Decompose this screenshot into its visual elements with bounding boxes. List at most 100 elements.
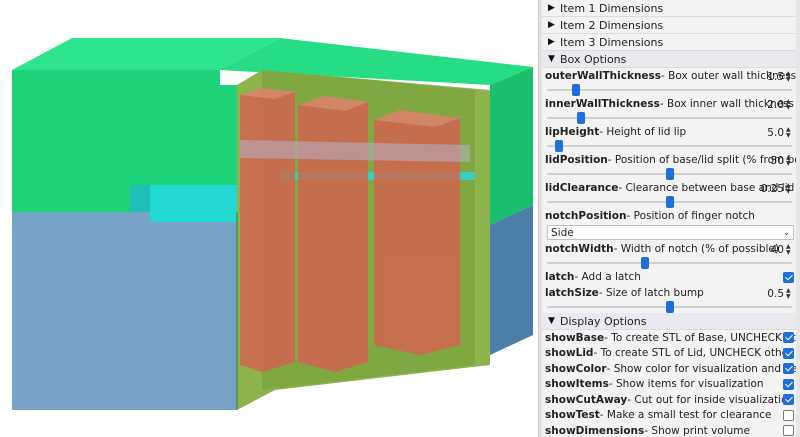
base-right-face (490, 205, 533, 355)
param-desc: - Make a small test for clearance (599, 409, 772, 422)
param-show-dimensions: showDimensions - Show print volume (542, 423, 800, 437)
slider-thumb[interactable] (577, 112, 586, 124)
group-label: Item 3 Dimensions (560, 35, 664, 49)
spin-value[interactable]: 40 (771, 244, 786, 256)
notch-position-select[interactable]: Side ⌄ (547, 225, 794, 240)
lip-height-slider[interactable] (547, 140, 792, 152)
group-item3[interactable]: ▶ Item 3 Dimensions (542, 34, 800, 51)
spin-value[interactable]: 1.5 (767, 71, 786, 83)
param-name: latchSize (545, 287, 599, 299)
customizer-panel: ▶ Item 1 Dimensions ▶ Item 2 Dimensions … (542, 0, 800, 437)
param-name: showCutAway (545, 393, 628, 406)
param-lid-clearance: lidClearance - Clearance between base an… (542, 180, 800, 208)
param-name: notchWidth (545, 243, 614, 255)
select-value: Side (551, 226, 574, 239)
param-name: showItems (545, 378, 609, 391)
param-name: showDimensions (545, 424, 645, 437)
show-lid-checkbox[interactable] (783, 347, 794, 359)
group-display-options[interactable]: ▼ Display Options (542, 313, 800, 330)
3d-viewport[interactable] (0, 0, 538, 437)
param-name: innerWallThickness (545, 98, 660, 110)
param-show-items: showItems - Show items for visualization (542, 377, 800, 393)
show-color-checkbox[interactable] (783, 363, 794, 375)
param-name: notchPosition (545, 210, 627, 222)
base-front-face (12, 212, 237, 410)
lid-position-spinbox[interactable]: 50 ▲ ▼ (771, 154, 794, 168)
show-test-checkbox[interactable] (783, 409, 794, 421)
param-show-test: showTest - Make a small test for clearan… (542, 408, 800, 424)
spin-value[interactable]: 50 (771, 155, 786, 167)
latch-size-spinbox[interactable]: 0.5 ▲ ▼ (767, 287, 794, 301)
latch-checkbox[interactable] (783, 272, 794, 283)
slider-thumb[interactable] (641, 257, 649, 269)
inner-wall-slider[interactable] (547, 112, 792, 124)
triangle-right-icon: ▶ (548, 3, 555, 13)
spin-arrows-icon[interactable]: ▲ ▼ (786, 155, 794, 167)
param-desc: - Cut out for inside visualization (627, 393, 795, 406)
notch-width-slider[interactable] (547, 257, 792, 269)
slider-thumb[interactable] (572, 84, 581, 96)
item-1-prism (240, 92, 295, 372)
triangle-right-icon: ▶ (548, 37, 555, 47)
show-dimensions-checkbox[interactable] (783, 425, 794, 437)
param-desc: - Width of notch (% of possible) (613, 243, 779, 255)
param-name: lipHeight (545, 126, 600, 138)
slider-thumb[interactable] (665, 301, 674, 313)
spin-value[interactable]: 0.5 (767, 288, 786, 300)
param-notch-position: notchPosition - Position of finger notch… (542, 208, 800, 240)
spin-arrows-icon[interactable]: ▲ ▼ (786, 71, 794, 83)
param-show-lid: showLid - To create STL of Lid, UNCHECK … (542, 346, 800, 362)
slider-thumb[interactable] (555, 140, 564, 152)
outer-wall-spinbox[interactable]: 1.5 ▲ ▼ (767, 70, 794, 84)
group-label: Item 2 Dimensions (560, 18, 664, 32)
group-item2[interactable]: ▶ Item 2 Dimensions (542, 17, 800, 34)
param-name: lidPosition (545, 154, 608, 166)
spin-value[interactable]: 2.0 (767, 99, 786, 111)
spin-arrows-icon[interactable]: ▲ ▼ (786, 99, 794, 111)
slider-thumb[interactable] (665, 196, 674, 208)
spin-arrows-icon[interactable]: ▲ ▼ (786, 244, 794, 256)
lid-clearance-slider[interactable] (547, 196, 792, 208)
param-name: showTest (545, 409, 600, 422)
param-name: showBase (545, 331, 605, 344)
group-item1[interactable]: ▶ Item 1 Dimensions (542, 0, 800, 17)
param-outer-wall-thickness: outerWallThickness - Box outer wall thic… (542, 68, 800, 96)
triangle-down-icon: ▼ (548, 316, 555, 326)
outer-wall-slider[interactable] (547, 84, 792, 96)
notch-cyan (150, 185, 237, 222)
param-show-color: showColor - Show color for visualization… (542, 361, 800, 377)
param-name: showColor (545, 362, 607, 375)
spin-arrows-icon[interactable]: ▲ ▼ (786, 183, 794, 195)
param-latch-size: latchSize - Size of latch bump 0.5 ▲ ▼ (542, 285, 800, 313)
spin-value[interactable]: 0.25 (761, 183, 786, 195)
slider-thumb[interactable] (665, 168, 674, 180)
triangle-right-icon: ▶ (548, 20, 555, 30)
param-desc: - Show color for visualization and debug (606, 362, 800, 375)
group-label: Box Options (560, 52, 627, 66)
show-base-checkbox[interactable] (783, 332, 794, 344)
show-items-checkbox[interactable] (783, 378, 794, 390)
triangle-down-icon: ▼ (548, 54, 555, 64)
spin-value[interactable]: 5.0 (767, 127, 786, 139)
panel-scrollbar[interactable] (796, 0, 800, 437)
param-name: latch (545, 271, 575, 283)
notch-width-spinbox[interactable]: 40 ▲ ▼ (771, 243, 794, 257)
show-cutaway-checkbox[interactable] (783, 394, 794, 406)
spin-arrows-icon[interactable]: ▲ ▼ (786, 127, 794, 139)
notch-cyan-edge (130, 185, 150, 212)
param-name: lidClearance (545, 182, 619, 194)
chevron-down-icon: ⌄ (783, 228, 790, 237)
param-desc: - Height of lid lip (599, 126, 687, 138)
param-desc: - Size of latch bump (598, 287, 704, 299)
group-box-options[interactable]: ▼ Box Options (542, 51, 800, 68)
param-show-cutaway: showCutAway - Cut out for inside visuali… (542, 392, 800, 408)
lid-clearance-spinbox[interactable]: 0.25 ▲ ▼ (761, 182, 794, 196)
param-desc: - Show items for visualization (608, 378, 764, 391)
param-desc: - Show print volume (644, 424, 750, 437)
latch-size-slider[interactable] (547, 301, 792, 313)
inner-wall-spinbox[interactable]: 2.0 ▲ ▼ (767, 98, 794, 112)
lip-height-spinbox[interactable]: 5.0 ▲ ▼ (767, 126, 794, 140)
lid-position-slider[interactable] (547, 168, 792, 180)
group-label: Item 1 Dimensions (560, 1, 664, 15)
spin-arrows-icon[interactable]: ▲ ▼ (786, 288, 794, 300)
